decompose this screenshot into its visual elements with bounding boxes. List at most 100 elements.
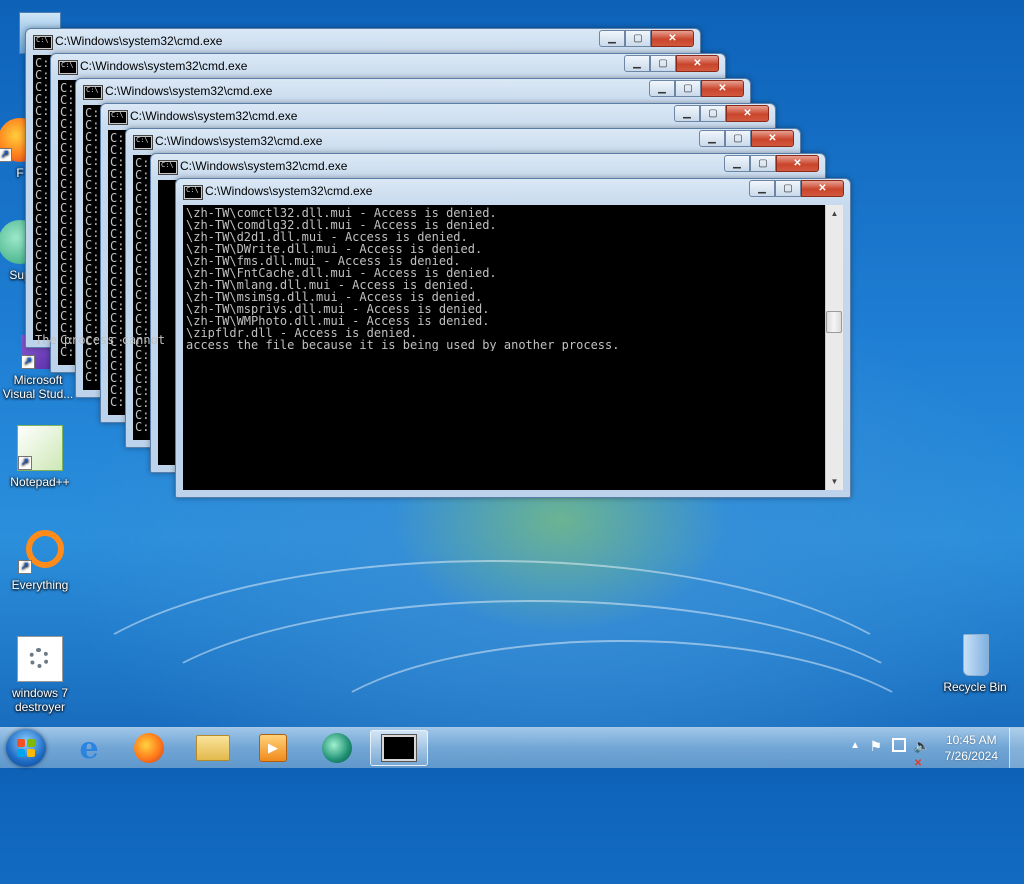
shortcut-arrow-icon: ↗ bbox=[21, 355, 35, 369]
network-icon[interactable] bbox=[892, 738, 906, 752]
shortcut-arrow-icon: ↗ bbox=[18, 456, 32, 470]
taskbar-internet-explorer[interactable]: e bbox=[62, 730, 116, 766]
folder-icon bbox=[196, 735, 230, 761]
shortcut-arrow-icon: ↗ bbox=[0, 148, 12, 162]
taskbar-firefox[interactable] bbox=[122, 730, 176, 766]
show-desktop-button[interactable] bbox=[1009, 728, 1024, 768]
desktop-icon-label: Microsoft Visual Stud... bbox=[2, 373, 74, 401]
firefox-icon bbox=[134, 733, 164, 763]
maximize-button[interactable]: ▢ bbox=[675, 80, 701, 97]
desktop-icon-everything[interactable]: ↗ Everything bbox=[0, 530, 80, 592]
everything-icon: ↗ bbox=[18, 530, 64, 574]
cmd-icon bbox=[59, 61, 77, 74]
console-line: \zh-TW\mlang.dll.mui - Access is denied. bbox=[186, 279, 475, 291]
desktop-icon-label: Recycle Bin bbox=[943, 680, 1007, 694]
taskbar-file-explorer[interactable] bbox=[186, 730, 240, 766]
close-button[interactable]: ✕ bbox=[651, 30, 694, 47]
gear-icon bbox=[17, 636, 63, 682]
window-title: C:\Windows\system32\cmd.exe bbox=[80, 59, 248, 73]
minimize-button[interactable]: ▁ bbox=[624, 55, 650, 72]
action-center-flag-icon[interactable]: ⚑ bbox=[869, 738, 882, 755]
title-bar[interactable]: C:\Windows\system32\cmd.exe ▁▢✕ bbox=[101, 104, 775, 130]
volume-muted-icon[interactable]: 🔈✕ bbox=[914, 738, 930, 769]
console-line: The process cannot bbox=[35, 333, 166, 347]
maximize-button[interactable]: ▢ bbox=[700, 105, 726, 122]
cmd-icon bbox=[134, 136, 152, 149]
cmd-icon bbox=[84, 86, 102, 99]
console-line: \zh-TW\WMPhoto.dll.mui - Access is denie… bbox=[186, 315, 490, 327]
window-title: C:\Windows\system32\cmd.exe bbox=[55, 34, 223, 48]
title-bar[interactable]: C:\Windows\system32\cmd.exe ▁▢✕ bbox=[51, 54, 725, 80]
minimize-button[interactable]: ▁ bbox=[724, 155, 750, 172]
title-bar[interactable]: C:\Windows\system32\cmd.exe ▁▢✕ bbox=[176, 179, 850, 205]
console-line: \zh-TW\comdlg32.dll.mui - Access is deni… bbox=[186, 219, 497, 231]
cmd-icon bbox=[382, 735, 416, 761]
close-button[interactable]: ✕ bbox=[801, 180, 844, 197]
taskbar-cmd[interactable] bbox=[370, 730, 428, 766]
desktop-icon-notepadpp[interactable]: ↗ Notepad++ bbox=[0, 425, 80, 489]
console-line: \zh-TW\fms.dll.mui - Access is denied. bbox=[186, 255, 461, 267]
title-bar[interactable]: C:\Windows\system32\cmd.exe ▁▢✕ bbox=[76, 79, 750, 105]
minimize-button[interactable]: ▁ bbox=[599, 30, 625, 47]
cmd-icon bbox=[109, 111, 127, 124]
console-line: \zipfldr.dll - Access is denied. bbox=[186, 327, 418, 339]
desktop-icon-label: windows 7 destroyer bbox=[11, 686, 69, 714]
taskbar-media-player[interactable]: ▶ bbox=[246, 730, 300, 766]
app-icon bbox=[322, 733, 352, 763]
console-line: \zh-TW\comctl32.dll.mui - Access is deni… bbox=[186, 207, 497, 219]
console-line: \zh-TW\msprivs.dll.mui - Access is denie… bbox=[186, 303, 490, 315]
cmd-window-7[interactable]: C:\Windows\system32\cmd.exe ▁▢✕ \zh-TW\c… bbox=[175, 178, 851, 498]
taskbar: e ▶ ▲ ⚑ 🔈✕ 10:45 AM 7/26/2024 bbox=[0, 727, 1024, 769]
windows-logo-icon bbox=[17, 739, 35, 757]
title-bar[interactable]: C:\Windows\system32\cmd.exe ▁▢✕ bbox=[26, 29, 700, 55]
vertical-scrollbar[interactable]: ▲ ▼ bbox=[825, 205, 843, 490]
close-button[interactable]: ✕ bbox=[726, 105, 769, 122]
cmd-icon bbox=[159, 161, 177, 174]
close-button[interactable]: ✕ bbox=[701, 80, 744, 97]
start-button[interactable] bbox=[6, 729, 46, 767]
clock-time: 10:45 AM bbox=[945, 733, 997, 747]
scroll-up-icon[interactable]: ▲ bbox=[826, 205, 843, 222]
minimize-button[interactable]: ▁ bbox=[699, 130, 725, 147]
maximize-button[interactable]: ▢ bbox=[650, 55, 676, 72]
window-title: C:\Windows\system32\cmd.exe bbox=[155, 134, 323, 148]
taskbar-unknown-app[interactable] bbox=[310, 730, 364, 766]
console-line: \zh-TW\d2d1.dll.mui - Access is denied. bbox=[186, 231, 468, 243]
minimize-button[interactable]: ▁ bbox=[674, 105, 700, 122]
scroll-down-icon[interactable]: ▼ bbox=[826, 473, 843, 490]
close-button[interactable]: ✕ bbox=[676, 55, 719, 72]
show-hidden-icons-icon[interactable]: ▲ bbox=[850, 740, 860, 751]
desktop-icon-label: Notepad++ bbox=[10, 475, 70, 489]
scroll-thumb[interactable] bbox=[826, 311, 842, 333]
close-button[interactable]: ✕ bbox=[776, 155, 819, 172]
shortcut-arrow-icon: ↗ bbox=[18, 560, 32, 574]
desktop-icon-label: Everything bbox=[11, 578, 69, 592]
window-title: C:\Windows\system32\cmd.exe bbox=[105, 84, 273, 98]
media-player-icon: ▶ bbox=[259, 734, 287, 762]
clock-date: 7/26/2024 bbox=[944, 749, 998, 763]
title-bar[interactable]: C:\Windows\system32\cmd.exe ▁▢✕ bbox=[126, 129, 800, 155]
clock[interactable]: 10:45 AM 7/26/2024 bbox=[945, 732, 998, 764]
console-output[interactable]: \zh-TW\comctl32.dll.mui - Access is deni… bbox=[183, 205, 843, 490]
cmd-icon bbox=[184, 186, 202, 199]
cmd-icon bbox=[34, 36, 52, 49]
notepadpp-icon: ↗ bbox=[17, 425, 63, 471]
desktop-icon-windows7-destroyer[interactable]: windows 7 destroyer bbox=[0, 636, 80, 714]
window-title: C:\Windows\system32\cmd.exe bbox=[180, 159, 348, 173]
maximize-button[interactable]: ▢ bbox=[625, 30, 651, 47]
console-line: \zh-TW\msimsg.dll.mui - Access is denied… bbox=[186, 291, 483, 303]
minimize-button[interactable]: ▁ bbox=[749, 180, 775, 197]
maximize-button[interactable]: ▢ bbox=[775, 180, 801, 197]
close-button[interactable]: ✕ bbox=[751, 130, 794, 147]
maximize-button[interactable]: ▢ bbox=[725, 130, 751, 147]
console-line: \zh-TW\DWrite.dll.mui - Access is denied… bbox=[186, 243, 483, 255]
title-bar[interactable]: C:\Windows\system32\cmd.exe ▁▢✕ bbox=[151, 154, 825, 180]
desktop-icon-recycle-bin[interactable]: Recycle Bin bbox=[935, 632, 1015, 694]
console-line: \zh-TW\FntCache.dll.mui - Access is deni… bbox=[186, 267, 497, 279]
maximize-button[interactable]: ▢ bbox=[750, 155, 776, 172]
window-title: C:\Windows\system32\cmd.exe bbox=[205, 184, 373, 198]
minimize-button[interactable]: ▁ bbox=[649, 80, 675, 97]
window-title: C:\Windows\system32\cmd.exe bbox=[130, 109, 298, 123]
internet-explorer-icon: e bbox=[79, 730, 99, 766]
console-line: access the file because it is being used… bbox=[186, 339, 620, 351]
